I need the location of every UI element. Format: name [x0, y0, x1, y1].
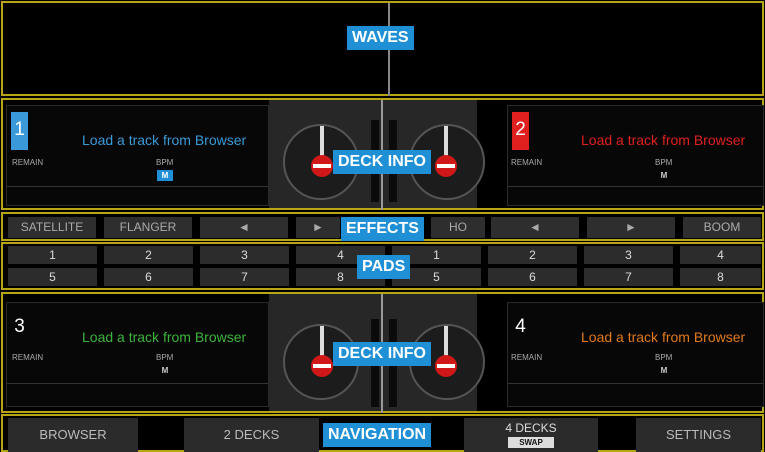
fx-satellite-button[interactable]: SATELLITE: [8, 217, 96, 238]
deck-3-number: 3: [14, 316, 25, 337]
deck-3-m-badge[interactable]: M: [157, 365, 173, 376]
deck-2-divider: [508, 186, 763, 187]
deck-1-m-badge[interactable]: M: [157, 170, 173, 181]
deck-3-remain: REMAIN: [12, 353, 44, 362]
pad-left-6[interactable]: 6: [104, 268, 193, 286]
fx-left-prev-button[interactable]: ◄: [200, 217, 288, 238]
nav-swap-button[interactable]: SWAP: [508, 437, 554, 448]
deck-3-divider: [7, 383, 268, 384]
nav-settings-button[interactable]: SETTINGS: [636, 418, 761, 452]
pads-callout: PADS: [357, 255, 411, 279]
nav-4-decks-label: 4 DECKS: [505, 421, 557, 435]
deck-info-bottom-callout: DECK INFO: [333, 342, 431, 366]
deck-4-bpm: BPM: [655, 353, 673, 362]
nav-2-decks-button[interactable]: 2 DECKS: [184, 418, 319, 452]
waves-callout: WAVES: [347, 26, 414, 50]
deck-4-panel[interactable]: 4 Load a track from Browser REMAIN BPM M: [507, 302, 764, 407]
deck-2-panel[interactable]: 2 Load a track from Browser REMAIN BPM M: [507, 105, 764, 206]
pad-left-1[interactable]: 1: [8, 246, 97, 264]
pad-right-3[interactable]: 3: [584, 246, 673, 264]
pad-right-4[interactable]: 4: [680, 246, 761, 264]
deck-2-pitch-knob[interactable]: [435, 155, 457, 177]
deck-1-divider: [7, 186, 268, 187]
deck-1-panel[interactable]: 1 Load a track from Browser REMAIN BPM M: [6, 105, 269, 206]
deck-3-panel[interactable]: 3 Load a track from Browser REMAIN BPM M: [6, 302, 269, 407]
pad-left-2[interactable]: 2: [104, 246, 193, 264]
pad-left-3[interactable]: 3: [200, 246, 289, 264]
pad-right-2[interactable]: 2: [488, 246, 577, 264]
deck-3-bpm: BPM: [156, 353, 174, 362]
fx-echo-button[interactable]: HO: [431, 217, 485, 238]
deck-2-remain: REMAIN: [511, 158, 543, 167]
fx-left-next-button[interactable]: ►: [296, 217, 340, 238]
deck-1-remain: REMAIN: [12, 158, 44, 167]
deck-2-m-badge[interactable]: M: [656, 170, 672, 181]
pad-right-6[interactable]: 6: [488, 268, 577, 286]
fx-boom-button[interactable]: BOOM: [683, 217, 761, 238]
deck-1-load-text[interactable]: Load a track from Browser: [82, 132, 246, 148]
deck-4-remain: REMAIN: [511, 353, 543, 362]
deck-2-number: 2: [512, 112, 529, 150]
deck-4-pitch-knob[interactable]: [435, 355, 457, 377]
pad-right-8[interactable]: 8: [680, 268, 761, 286]
deck-4-divider: [508, 383, 763, 384]
fx-flanger-button[interactable]: FLANGER: [104, 217, 192, 238]
pad-right-7[interactable]: 7: [584, 268, 673, 286]
pad-left-5[interactable]: 5: [8, 268, 97, 286]
deck-1-number: 1: [11, 112, 28, 150]
deck-1-bpm: BPM: [156, 158, 174, 167]
nav-browser-button[interactable]: BROWSER: [8, 418, 138, 452]
pad-left-7[interactable]: 7: [200, 268, 289, 286]
deck-2-load-text[interactable]: Load a track from Browser: [581, 132, 745, 148]
effects-callout: EFFECTS: [341, 217, 424, 241]
deck-4-number: 4: [515, 316, 526, 337]
nav-4-decks-button[interactable]: 4 DECKS SWAP: [464, 418, 598, 452]
navigation-callout: NAVIGATION: [323, 423, 432, 447]
deck-3-load-text[interactable]: Load a track from Browser: [82, 329, 246, 345]
deck-2-bpm: BPM: [655, 158, 673, 167]
deck-4-m-badge[interactable]: M: [656, 365, 672, 376]
fx-right-prev-button[interactable]: ◄: [491, 217, 579, 238]
deck-1-pitch-knob[interactable]: [311, 155, 333, 177]
deck-info-top-callout: DECK INFO: [333, 150, 431, 174]
fx-right-next-button[interactable]: ►: [587, 217, 675, 238]
deck-3-pitch-knob[interactable]: [311, 355, 333, 377]
deck-4-load-text[interactable]: Load a track from Browser: [581, 329, 745, 345]
